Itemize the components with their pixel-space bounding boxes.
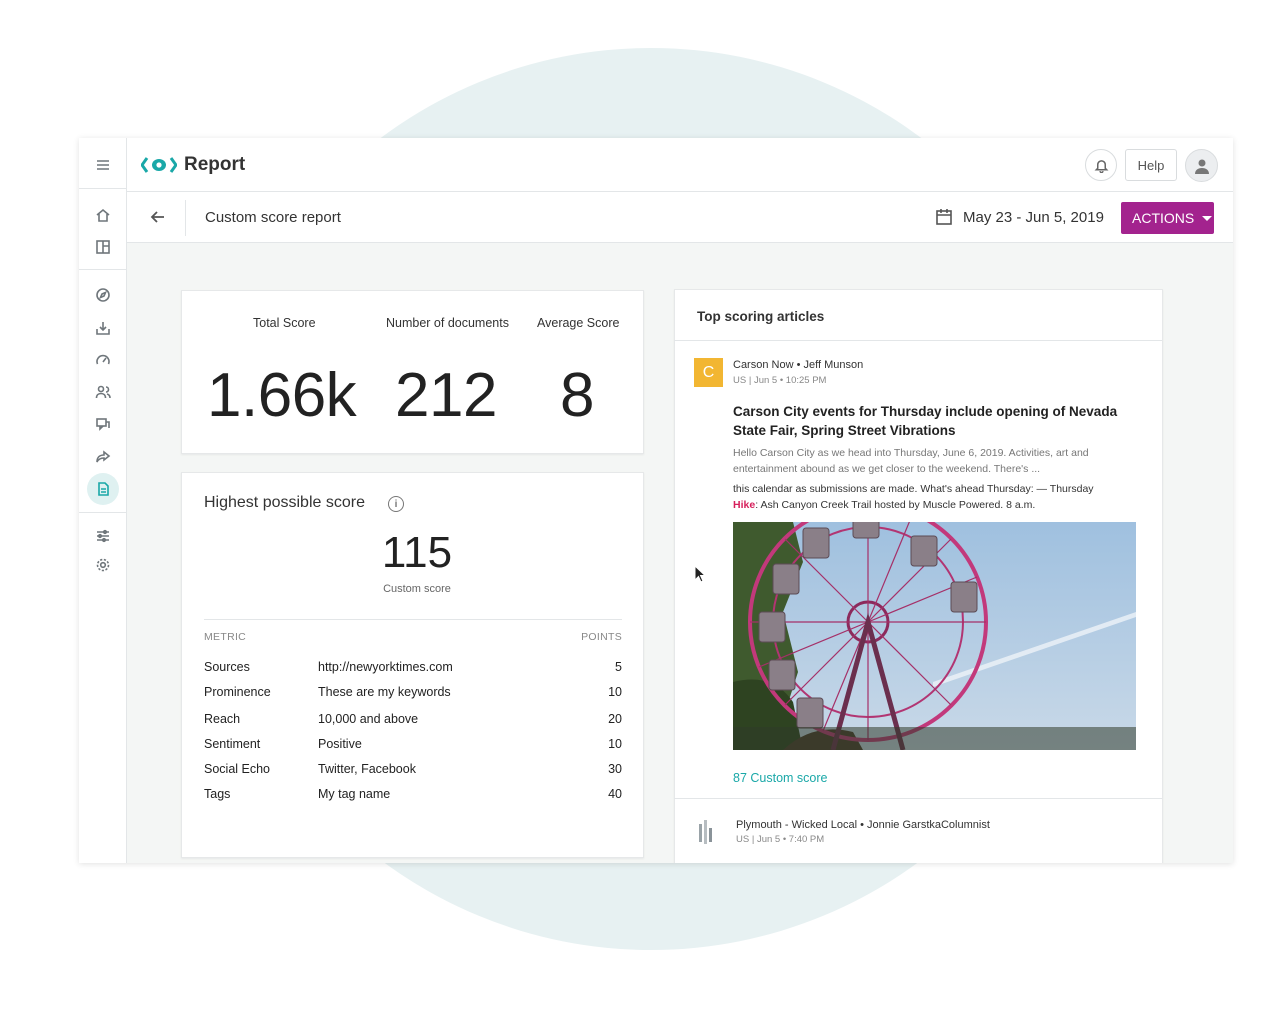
metric-points: 10 bbox=[608, 685, 622, 699]
logo-icon bbox=[141, 157, 177, 173]
user-icon[interactable] bbox=[1185, 149, 1218, 182]
article-snippet-match: this calendar as submissions are made. W… bbox=[733, 481, 1138, 513]
metric-header: METRIC bbox=[204, 631, 247, 643]
top-bar: Report Help bbox=[127, 138, 1233, 192]
actions-label: ACTIONS bbox=[1132, 210, 1195, 226]
article-custom-score[interactable]: 87 Custom score bbox=[733, 771, 827, 785]
metric-value: My tag name bbox=[318, 787, 391, 801]
highest-score-value: 115 bbox=[381, 528, 453, 577]
metric-value: http://newyorktimes.com bbox=[318, 660, 453, 674]
table-row: Sources http://newyorktimes.com 5 bbox=[204, 660, 622, 680]
article-image[interactable] bbox=[733, 522, 1136, 750]
metric-value: Positive bbox=[318, 737, 362, 751]
table-row: Reach 10,000 and above 20 bbox=[204, 712, 622, 732]
table-row: Tags My tag name 40 bbox=[204, 787, 622, 807]
article-source[interactable]: Plymouth - Wicked Local • Jonnie Garstka… bbox=[736, 819, 990, 831]
stat-label: Average Score bbox=[537, 316, 620, 330]
stat-label: Number of documents bbox=[386, 316, 509, 330]
keyword-highlight: Hike bbox=[733, 499, 756, 511]
metric-name: Sentiment bbox=[204, 737, 261, 751]
article-meta: US | Jun 5 • 10:25 PM bbox=[733, 375, 827, 386]
snippet-text: : Ash Canyon Creek Trail hosted by Muscl… bbox=[755, 499, 1036, 511]
metric-points: 5 bbox=[615, 660, 622, 674]
article-source[interactable]: Carson Now • Jeff Munson bbox=[733, 359, 863, 371]
menu-icon[interactable] bbox=[92, 154, 114, 176]
calendar-icon[interactable] bbox=[935, 208, 955, 228]
actions-button[interactable]: ACTIONS bbox=[1121, 202, 1214, 234]
metric-value: 10,000 and above bbox=[318, 712, 419, 726]
mouse-cursor-icon bbox=[694, 565, 706, 583]
share-icon[interactable] bbox=[92, 446, 114, 468]
documents-count-value: 212 bbox=[395, 361, 497, 430]
people-icon[interactable] bbox=[92, 381, 114, 403]
bell-icon[interactable] bbox=[1085, 149, 1117, 181]
metric-name: Prominence bbox=[204, 685, 271, 699]
table-row: Social Echo Twitter, Facebook 30 bbox=[204, 762, 622, 782]
caret-down-icon bbox=[1202, 215, 1213, 221]
sliders-icon[interactable] bbox=[92, 525, 114, 547]
total-score-value: 1.66k bbox=[207, 361, 357, 430]
article-title[interactable]: Carson City events for Thursday include … bbox=[733, 402, 1138, 440]
app-window: Report Help Custom score report May 23 -… bbox=[79, 138, 1233, 863]
info-icon[interactable]: i bbox=[388, 496, 404, 512]
back-arrow-icon[interactable] bbox=[149, 208, 169, 228]
metric-points: 30 bbox=[608, 762, 622, 776]
metric-value: Twitter, Facebook bbox=[318, 762, 416, 776]
sidebar-rail bbox=[79, 138, 127, 863]
metric-name: Social Echo bbox=[204, 762, 271, 776]
help-button[interactable]: Help bbox=[1125, 149, 1177, 181]
home-icon[interactable] bbox=[92, 204, 114, 226]
metric-name: Sources bbox=[204, 660, 250, 674]
dashboard-icon[interactable] bbox=[92, 236, 114, 258]
app-title: Report bbox=[184, 154, 246, 175]
explore-icon[interactable] bbox=[92, 284, 114, 306]
articles-heading: Top scoring articles bbox=[697, 309, 825, 324]
metric-points: 40 bbox=[608, 787, 622, 801]
report-header: Custom score report May 23 - Jun 5, 2019… bbox=[127, 192, 1233, 243]
metric-points: 10 bbox=[608, 737, 622, 751]
gauge-icon[interactable] bbox=[92, 349, 114, 371]
report-title: Custom score report bbox=[205, 209, 341, 226]
metric-points: 20 bbox=[608, 712, 622, 726]
stat-label: Total Score bbox=[253, 316, 316, 330]
average-score-value: 8 bbox=[560, 361, 594, 430]
snippet-text: this calendar as submissions are made. W… bbox=[733, 483, 1094, 495]
inbox-icon[interactable] bbox=[92, 317, 114, 339]
date-range-picker[interactable]: May 23 - Jun 5, 2019 bbox=[963, 209, 1104, 226]
source-logo-icon bbox=[699, 820, 712, 844]
metric-value: These are my keywords bbox=[318, 685, 451, 699]
chat-icon[interactable] bbox=[92, 413, 114, 435]
article-snippet: Hello Carson City as we head into Thursd… bbox=[733, 447, 1089, 475]
gear-icon[interactable] bbox=[92, 554, 114, 576]
source-avatar: C bbox=[694, 358, 723, 387]
metric-name: Reach bbox=[204, 712, 241, 726]
custom-score-label: Custom score bbox=[383, 583, 451, 595]
highest-score-title: Highest possible score bbox=[204, 494, 365, 511]
table-row: Sentiment Positive 10 bbox=[204, 737, 622, 757]
metric-name: Tags bbox=[204, 787, 231, 801]
report-icon[interactable] bbox=[87, 473, 119, 505]
article-meta: US | Jun 5 • 7:40 PM bbox=[736, 834, 825, 845]
table-row: Prominence These are my keywords 10 bbox=[204, 685, 622, 705]
points-header: POINTS bbox=[581, 631, 622, 643]
